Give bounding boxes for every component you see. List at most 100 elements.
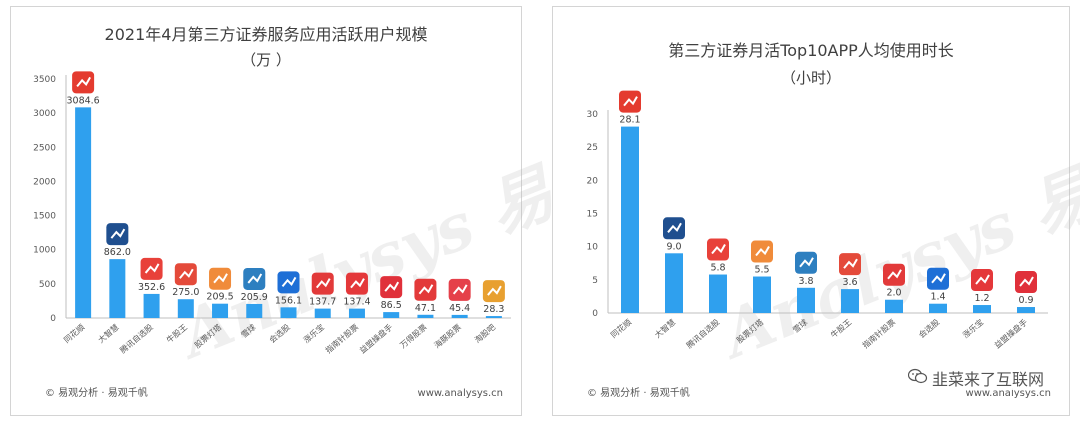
bar: [485, 316, 502, 318]
y-tick-label: 15: [587, 210, 598, 220]
data-label: 3084.6: [66, 95, 99, 106]
y-tick-label: 20: [587, 176, 599, 186]
data-label: 1.2: [974, 293, 989, 304]
data-label: 156.1: [275, 295, 302, 306]
x-tick-label: 牛股王: [164, 322, 189, 345]
y-tick-label: 1500: [33, 212, 56, 222]
x-tick-label: 股票灯塔: [192, 322, 223, 350]
data-label: 209.5: [206, 292, 233, 303]
y-tick-label: 5: [592, 276, 598, 286]
data-label: 28.1: [619, 115, 640, 126]
app-logo-icon: [72, 71, 95, 94]
x-tick-label: 同花顺: [62, 322, 87, 345]
app-logo-icon: [839, 253, 861, 276]
x-tick-label: 同花顺: [608, 317, 633, 340]
bar: [246, 303, 263, 318]
app-logo-icon: [751, 240, 773, 263]
data-label: 0.9: [1018, 295, 1033, 306]
bar: [885, 299, 903, 313]
bar: [451, 314, 468, 318]
data-label: 5.8: [710, 263, 725, 274]
app-logo-icon: [209, 267, 232, 290]
x-tick-label: 雪球: [239, 322, 258, 340]
x-tick-label: 万得股票: [398, 322, 429, 350]
y-tick-label: 3500: [33, 75, 56, 85]
bar: [212, 303, 229, 318]
app-logo-icon: [174, 263, 197, 286]
data-label: 5.5: [754, 265, 769, 276]
data-label: 28.3: [483, 304, 504, 315]
y-tick-label: 2500: [33, 143, 56, 153]
x-tick-label: 腾讯自选股: [118, 322, 155, 355]
data-label: 3.6: [842, 277, 857, 288]
data-label: 9.0: [666, 241, 681, 252]
bar: [177, 299, 194, 318]
bar: [1017, 307, 1035, 313]
app-logo-icon: [277, 271, 300, 294]
bar-chart-usage-time: 0 5 10 15 20 25 30 28.1 同花顺 9.0 大智慧 5.8 腾讯自选股 5.5 股票灯塔…: [587, 90, 1048, 350]
x-tick-label: 大智慧: [96, 322, 121, 345]
x-tick-label: 涨乐宝: [301, 322, 326, 345]
x-tick-label: 雪球: [791, 317, 810, 335]
x-tick-label: 会选股: [916, 317, 941, 340]
y-tick-label: 3000: [33, 109, 56, 119]
app-logo-icon: [345, 272, 368, 295]
bar: [973, 305, 991, 313]
x-tick-label: 牛股王: [828, 317, 853, 340]
footer-brand: © 易观分析 · 易观千帆: [45, 388, 148, 399]
app-logo-icon: [619, 90, 641, 113]
bar: [280, 307, 297, 318]
x-tick-label: 海豚股票: [432, 322, 463, 350]
bar: [348, 308, 365, 318]
wechat-icon: [907, 368, 928, 388]
app-logo-icon: [482, 280, 505, 303]
data-label: 275.0: [172, 287, 199, 298]
x-tick-label: 涨乐宝: [960, 317, 985, 340]
x-tick-label: 股票灯塔: [734, 317, 765, 345]
app-logo-icon: [448, 278, 471, 301]
data-label: 137.4: [343, 297, 370, 308]
app-logo-icon: [414, 278, 437, 301]
bar: [143, 293, 160, 318]
app-logo-icon: [1015, 271, 1037, 294]
chart-title: 第三方证券月活Top10APP人均使用时长: [668, 41, 954, 60]
x-tick-label: 淘股吧: [472, 322, 497, 345]
data-label: 2.0: [886, 288, 901, 299]
bar: [314, 308, 331, 318]
bar: [417, 314, 434, 318]
chart-title: 2021年4月第三方证券服务应用活跃用户规模: [104, 25, 428, 44]
footer-site: www.analysys.cn: [417, 388, 503, 399]
data-label: 137.7: [309, 297, 336, 308]
bar: [709, 274, 727, 313]
x-tick-label: 益盟操盘手: [992, 317, 1029, 350]
app-logo-icon: [971, 269, 993, 292]
bar: [841, 289, 859, 313]
bar: [109, 259, 126, 318]
x-tick-label: 指南针股票: [860, 317, 897, 350]
x-tick-label: 指南针股票: [323, 322, 360, 355]
y-tick-label: 0: [50, 314, 56, 324]
chart-panel-active-users: 2021年4月第三方证券服务应用活跃用户规模 （万 ） Analysys 易观分…: [10, 6, 742, 416]
app-logo-icon: [243, 267, 266, 290]
y-tick-label: 25: [587, 143, 598, 153]
app-logo-icon: [663, 217, 685, 240]
app-logo-icon: [140, 257, 163, 280]
y-tick-label: 10: [587, 243, 599, 253]
chart-panel-usage-time: 第三方证券月活Top10APP人均使用时长 （小时） Analysys 易观分析…: [552, 6, 1080, 416]
y-tick-label: 1000: [33, 246, 56, 256]
bar: [929, 303, 947, 313]
app-logo-icon: [380, 276, 403, 299]
data-label: 45.4: [449, 303, 470, 314]
data-label: 1.4: [930, 292, 945, 303]
bar: [753, 276, 771, 313]
y-tick-label: 0: [592, 309, 598, 319]
bar: [383, 312, 400, 318]
data-label: 205.9: [241, 292, 268, 303]
data-label: 3.8: [798, 276, 813, 287]
app-logo-icon: [795, 251, 817, 274]
bar: [665, 253, 683, 313]
app-logo-icon: [311, 272, 334, 295]
app-logo-icon: [707, 238, 729, 261]
data-label: 86.5: [381, 300, 402, 311]
y-tick-label: 2000: [33, 177, 56, 187]
